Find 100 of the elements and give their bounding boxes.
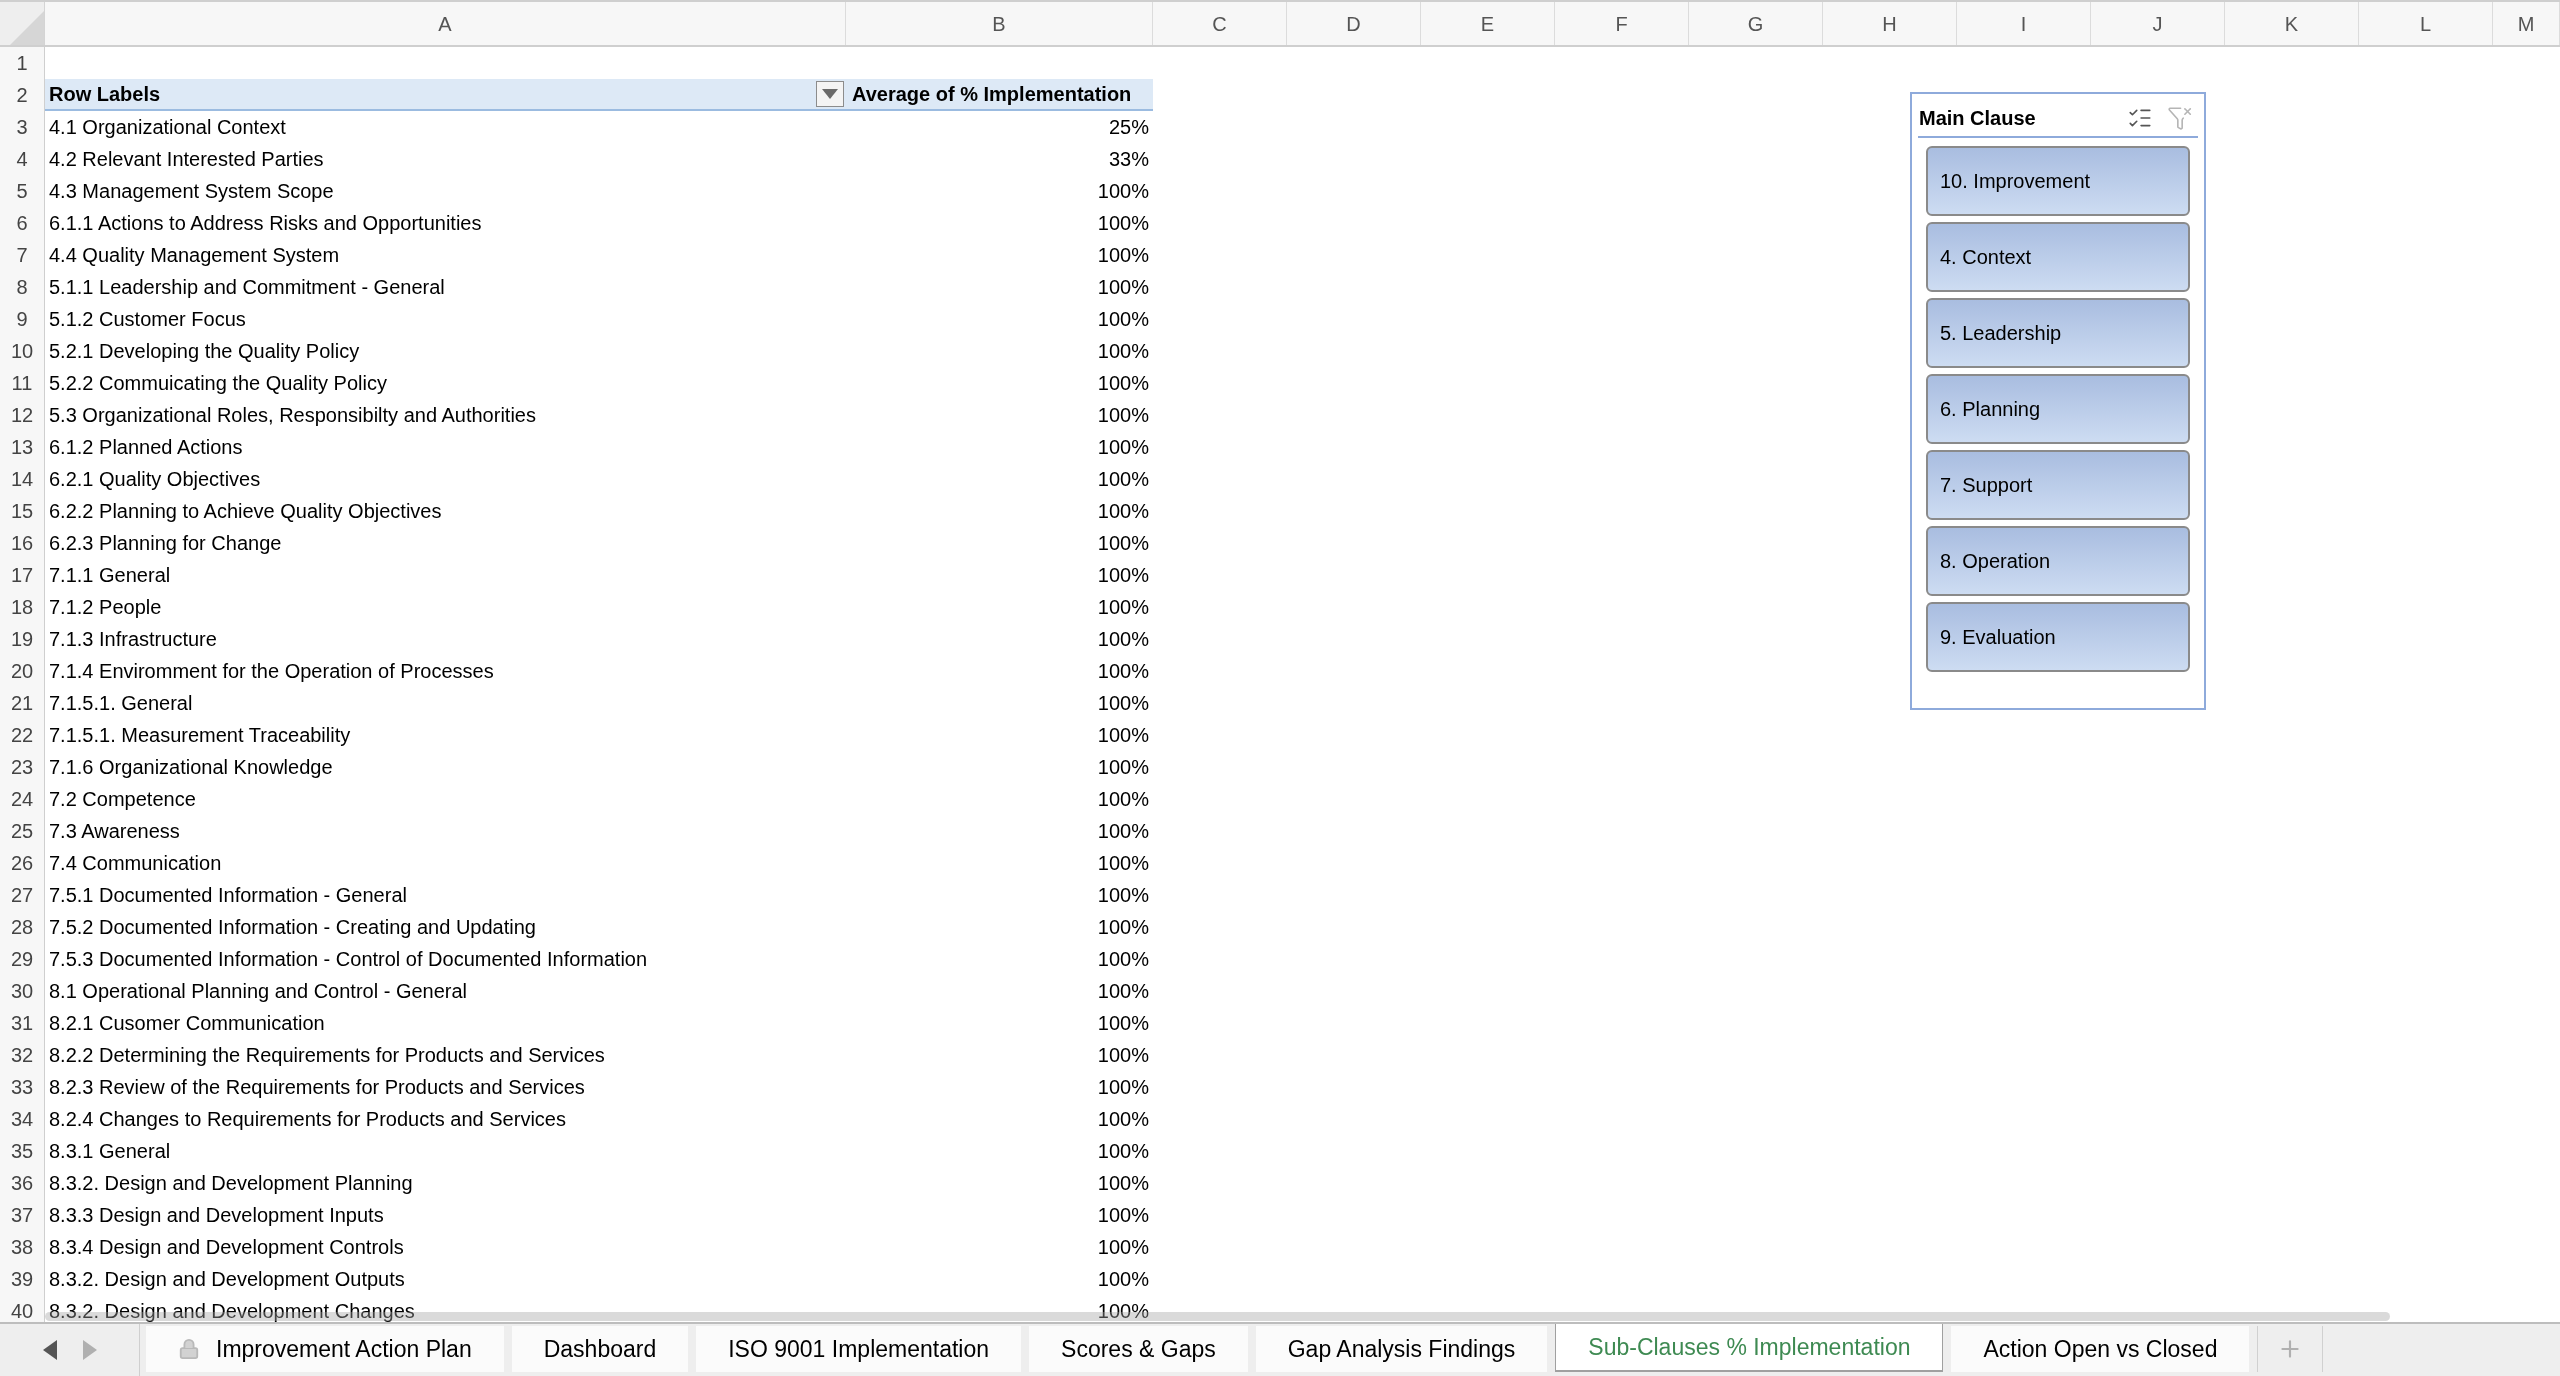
column-header[interactable]: M	[2493, 2, 2560, 45]
row-label-cell-text: 7.4 Communication	[48, 851, 223, 876]
row-number[interactable]: 3	[0, 111, 45, 143]
row-label-cell-text: 8.1 Operational Planning and Control - General	[48, 979, 469, 1004]
row-label-cell-text: 7.5.2 Documented Information - Creating and Updating	[48, 915, 537, 940]
value-cell-text: 100%	[1096, 947, 1150, 972]
filter-dropdown-button[interactable]	[816, 81, 844, 107]
row-label-cell-text: 8.3.2. Design and Development Changes	[48, 1299, 416, 1322]
value-cell-text: 100%	[1096, 339, 1150, 364]
row-number[interactable]: 20	[0, 655, 45, 687]
row-number[interactable]: 18	[0, 591, 45, 623]
column-header[interactable]: H	[1823, 2, 1957, 45]
row-label-cell-text: 5.2.2 Commuicating the Quality Policy	[48, 371, 388, 396]
row-number[interactable]: 16	[0, 527, 45, 559]
row-label-cell-text: 6.2.2 Planning to Achieve Quality Objectives	[48, 499, 443, 524]
row-number[interactable]: 5	[0, 175, 45, 207]
slicer-item[interactable]: 6. Planning	[1926, 374, 2190, 444]
value-cell-text: 100%	[1096, 1203, 1150, 1228]
value-cell-text: 100%	[1096, 723, 1150, 748]
slicer-item[interactable]: 7. Support	[1926, 450, 2190, 520]
column-header[interactable]: G	[1689, 2, 1823, 45]
column-header[interactable]: D	[1287, 2, 1421, 45]
row-label-cell-text: 7.3 Awareness	[48, 819, 181, 844]
row-number[interactable]: 10	[0, 335, 45, 367]
row-number[interactable]: 30	[0, 975, 45, 1007]
column-header[interactable]: K	[2225, 2, 2359, 45]
column-header[interactable]: J	[2091, 2, 2225, 45]
row-number[interactable]: 29	[0, 943, 45, 975]
row-number[interactable]: 6	[0, 207, 45, 239]
row-number[interactable]: 19	[0, 623, 45, 655]
value-cell-text: 100%	[1096, 403, 1150, 428]
slicer-item[interactable]: 10. Improvement	[1926, 146, 2190, 216]
row-number[interactable]: 14	[0, 463, 45, 495]
row-number[interactable]: 25	[0, 815, 45, 847]
value-cell-text: 100%	[1096, 467, 1150, 492]
row-label-cell-text: 4.3 Management System Scope	[48, 179, 335, 204]
slicer-item[interactable]: 9. Evaluation	[1926, 602, 2190, 672]
row-number[interactable]: 9	[0, 303, 45, 335]
value-cell-text: 100%	[1096, 595, 1150, 620]
slicer-item[interactable]: 4. Context	[1926, 222, 2190, 292]
row-number[interactable]: 39	[0, 1263, 45, 1295]
sheet-tab[interactable]: Scores & Gaps	[1029, 1326, 1248, 1372]
column-header[interactable]: B	[846, 2, 1153, 45]
column-header[interactable]: F	[1555, 2, 1689, 45]
row-number[interactable]: 23	[0, 751, 45, 783]
row-number[interactable]: 27	[0, 879, 45, 911]
row-label-cell-text: 7.5.3 Documented Information - Control of Documented Information	[48, 947, 649, 972]
row-number[interactable]: 8	[0, 271, 45, 303]
scroll-left-icon[interactable]	[42, 1340, 57, 1360]
row-number[interactable]: 11	[0, 367, 45, 399]
row-number[interactable]: 12	[0, 399, 45, 431]
row-label-cell-text: 7.1.4 Enviromment for the Operation of Processes	[48, 659, 495, 684]
sheet-tab[interactable]: Action Open vs Closed	[1951, 1326, 2250, 1372]
row-number[interactable]: 24	[0, 783, 45, 815]
row-number[interactable]: 28	[0, 911, 45, 943]
row-label-cell-text: 4.1 Organizational Context	[48, 115, 287, 140]
row-number[interactable]: 7	[0, 239, 45, 271]
value-cell-text: 100%	[1096, 435, 1150, 460]
slicer-item[interactable]: 5. Leadership	[1926, 298, 2190, 368]
row-number[interactable]: 33	[0, 1071, 45, 1103]
row-number[interactable]: 17	[0, 559, 45, 591]
sheet-tab[interactable]: Sub-Clauses % Implementation	[1555, 1324, 1944, 1372]
row-number[interactable]: 31	[0, 1007, 45, 1039]
row-number[interactable]: 13	[0, 431, 45, 463]
row-label-cell-text: 5.1.1 Leadership and Commitment - General	[48, 275, 446, 300]
row-number[interactable]: 38	[0, 1231, 45, 1263]
sheet-tab[interactable]: Dashboard	[511, 1326, 689, 1372]
sheet-tab[interactable]: Improvement Action Plan	[146, 1326, 504, 1372]
row-number[interactable]: 2	[0, 79, 45, 111]
sheet-tab[interactable]: Gap Analysis Findings	[1255, 1326, 1548, 1372]
row-number[interactable]: 4	[0, 143, 45, 175]
value-cell-text: 100%	[1096, 1235, 1150, 1260]
row-number[interactable]: 36	[0, 1167, 45, 1199]
value-cell-text: 100%	[1096, 275, 1150, 300]
column-header[interactable]: C	[1153, 2, 1287, 45]
sheet-tab[interactable]: ISO 9001 Implementation	[696, 1326, 1022, 1372]
value-cell-text: 100%	[1096, 1107, 1150, 1132]
value-cell-text: 100%	[1096, 179, 1150, 204]
row-number[interactable]: 32	[0, 1039, 45, 1071]
row-label-cell-text: 8.2.1 Cusomer Communication	[48, 1011, 326, 1036]
row-label-cell-text: 6.2.1 Quality Objectives	[48, 467, 262, 492]
row-number[interactable]: 1	[0, 47, 45, 79]
column-header[interactable]: I	[1957, 2, 2091, 45]
row-number[interactable]: 35	[0, 1135, 45, 1167]
row-number[interactable]: 21	[0, 687, 45, 719]
row-label-cell-text: 4.2 Relevant Interested Parties	[48, 147, 325, 172]
row-label-cell-text: 8.2.2 Determining the Requirements for Products and Services	[48, 1043, 606, 1068]
row-number[interactable]: 37	[0, 1199, 45, 1231]
column-header[interactable]: L	[2359, 2, 2493, 45]
row-number[interactable]: 34	[0, 1103, 45, 1135]
row-label-cell-text: 6.1.1 Actions to Address Risks and Opportunities	[48, 211, 483, 236]
column-header[interactable]: A	[45, 2, 846, 45]
row-number[interactable]: 22	[0, 719, 45, 751]
row-number[interactable]: 40	[0, 1295, 45, 1322]
row-label-cell-text: 8.2.3 Review of the Requirements for Products and Services	[48, 1075, 586, 1100]
row-number[interactable]: 26	[0, 847, 45, 879]
slicer-item[interactable]: 8. Operation	[1926, 526, 2190, 596]
column-header[interactable]: E	[1421, 2, 1555, 45]
row-number[interactable]: 15	[0, 495, 45, 527]
value-cell-text: 25%	[1107, 115, 1150, 140]
